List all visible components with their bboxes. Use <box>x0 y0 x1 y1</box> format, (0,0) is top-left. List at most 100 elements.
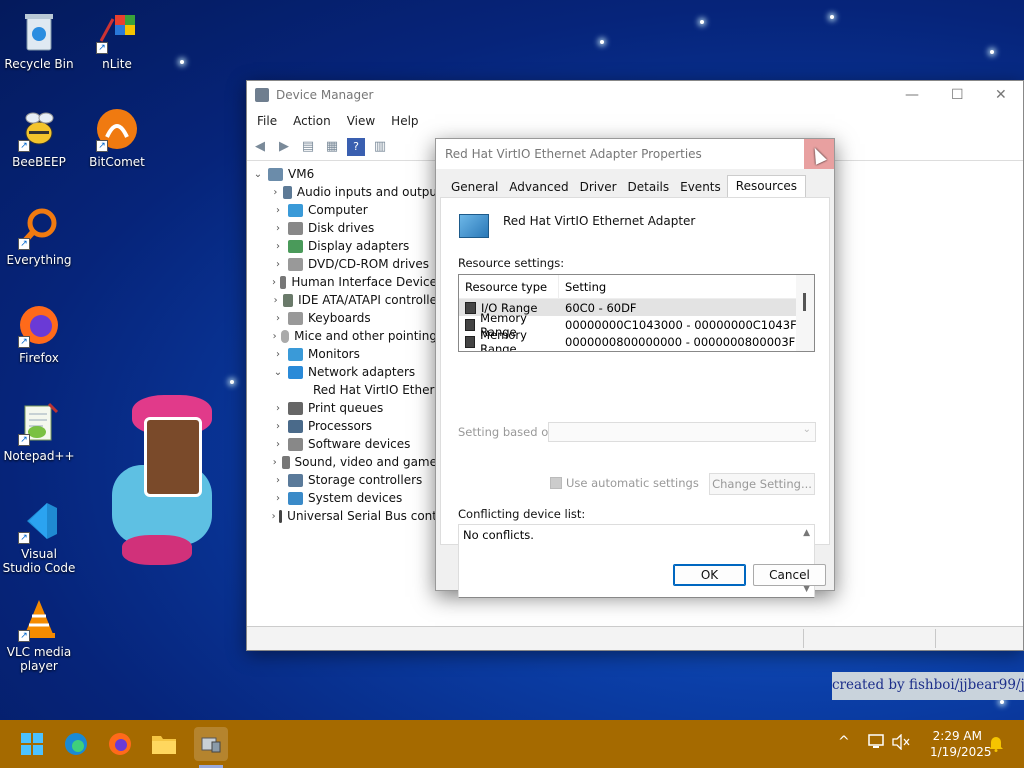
tree-item[interactable]: › Software devices <box>247 435 437 453</box>
notification-bell-icon[interactable] <box>988 734 1004 755</box>
column-setting[interactable]: Setting <box>559 280 606 294</box>
edge-icon <box>65 733 87 755</box>
notepadpp-icon: ↗ <box>16 400 62 446</box>
device-name: Red Hat VirtIO Ethernet Adapter <box>503 214 696 228</box>
desktop-icon-beebeep[interactable]: ↗ BeeBEEP <box>1 106 77 169</box>
desktop-icon-vlc[interactable]: ↗ VLC media player <box>1 596 77 673</box>
resource-row[interactable]: Memory Range 0000000800000000 - 00000008… <box>459 328 814 351</box>
back-arrow-icon[interactable]: ◀ <box>251 138 269 156</box>
tree-item-label: Sound, video and game <box>294 455 437 469</box>
tree-item[interactable]: › Computer <box>247 201 437 219</box>
tree-item[interactable]: › IDE ATA/ATAPI controlle <box>247 291 437 309</box>
tree-item[interactable]: › Disk drives <box>247 219 437 237</box>
chevron-up-icon[interactable]: ^ <box>838 734 850 750</box>
chevron-right-icon[interactable]: › <box>271 223 285 234</box>
tree-item[interactable]: › Processors <box>247 417 437 435</box>
scroll-up-icon[interactable]: ▲ <box>803 528 810 538</box>
desktop-icon-bitcomet[interactable]: ↗ BitComet <box>79 106 155 169</box>
tree-item[interactable]: › Monitors <box>247 345 437 363</box>
desktop-icon-everything[interactable]: ↗ Everything <box>1 204 77 267</box>
desktop-icon-firefox[interactable]: ↗ Firefox <box>1 302 77 365</box>
taskbar-device-manager[interactable] <box>194 727 228 761</box>
minimize-button[interactable]: — <box>905 87 919 103</box>
ok-button[interactable]: OK <box>673 564 746 586</box>
menu-action[interactable]: Action <box>293 114 331 128</box>
tab-driver[interactable]: Driver <box>575 177 622 197</box>
menu-help[interactable]: Help <box>391 114 418 128</box>
chevron-right-icon[interactable]: › <box>271 475 285 486</box>
tree-root[interactable]: ⌄ VM6 <box>247 165 437 183</box>
chevron-right-icon[interactable]: › <box>271 331 278 342</box>
conflicting-device-list[interactable]: No conflicts. ▲ ▼ <box>458 524 815 598</box>
chevron-right-icon[interactable]: › <box>271 439 285 450</box>
tab-advanced[interactable]: Advanced <box>504 177 573 197</box>
chevron-right-icon[interactable]: › <box>271 403 285 414</box>
show-hide-tree-icon[interactable]: ▤ <box>299 138 317 156</box>
tab-details[interactable]: Details <box>623 177 675 197</box>
desktop-icon-nlite[interactable]: ↗ nLite <box>79 8 155 71</box>
tree-item[interactable]: › Sound, video and game <box>247 453 437 471</box>
tree-item[interactable]: › Universal Serial Bus cont <box>247 507 437 525</box>
menu-file[interactable]: File <box>257 114 277 128</box>
chevron-right-icon[interactable]: › <box>271 421 285 432</box>
chevron-right-icon[interactable]: › <box>271 349 285 360</box>
help-icon[interactable]: ? <box>347 137 365 156</box>
tree-item[interactable]: › Print queues <box>247 399 437 417</box>
menu-view[interactable]: View <box>347 114 375 128</box>
tree-item[interactable]: › Storage controllers <box>247 471 437 489</box>
list-header: Resource type Setting <box>459 275 814 299</box>
setting-based-on-select[interactable]: ⌄ <box>548 422 816 442</box>
chevron-right-icon[interactable]: › <box>271 241 285 252</box>
column-resource-type[interactable]: Resource type <box>459 275 559 298</box>
tree-item[interactable]: › Audio inputs and outpu <box>247 183 437 201</box>
network-icon[interactable] <box>868 734 886 753</box>
chevron-right-icon[interactable]: › <box>271 277 277 288</box>
tree-item[interactable]: › Human Interface Device <box>247 273 437 291</box>
chevron-right-icon[interactable]: › <box>271 313 285 324</box>
chevron-right-icon[interactable]: › <box>271 187 280 198</box>
chevron-right-icon[interactable]: › <box>271 295 280 306</box>
chevron-right-icon[interactable]: › <box>271 457 279 468</box>
tree-item[interactable]: ⌄ Network adapters <box>247 363 437 381</box>
list-scrollbar[interactable] <box>796 275 814 351</box>
action-pane-icon[interactable]: ▥ <box>371 138 389 156</box>
taskbar-firefox[interactable] <box>106 730 134 758</box>
chevron-right-icon[interactable]: › <box>271 259 285 270</box>
use-automatic-settings-checkbox[interactable] <box>550 477 562 489</box>
start-button[interactable] <box>18 730 46 758</box>
volume-muted-icon[interactable] <box>892 733 910 753</box>
taskbar-file-explorer[interactable] <box>150 730 178 758</box>
resource-setting: 60C0 - 60DF <box>565 300 637 315</box>
change-setting-button[interactable]: Change Setting... <box>709 473 815 495</box>
network-adapter-icon <box>288 365 303 379</box>
chevron-right-icon[interactable]: › <box>271 511 276 522</box>
desktop-icon-label: BitComet <box>89 155 145 169</box>
dialog-titlebar[interactable]: Red Hat VirtIO Ethernet Adapter Properti… <box>436 139 834 169</box>
tree-item[interactable]: › Display adapters <box>247 237 437 255</box>
chevron-right-icon[interactable]: › <box>271 205 285 216</box>
tree-item[interactable]: › DVD/CD-ROM drives <box>247 255 437 273</box>
desktop-icon-notepadpp[interactable]: ↗ Notepad++ <box>1 400 77 463</box>
tree-item[interactable]: › Keyboards <box>247 309 437 327</box>
tab-events[interactable]: Events <box>675 177 726 197</box>
usb-icon <box>279 509 283 523</box>
chevron-down-icon[interactable]: ⌄ <box>251 169 265 180</box>
chevron-down-icon[interactable]: ⌄ <box>271 367 285 378</box>
forward-arrow-icon[interactable]: ▶ <box>275 138 293 156</box>
tab-resources[interactable]: Resources <box>726 175 807 197</box>
tree-item-selected-device[interactable]: Red Hat VirtIO Etherne <box>247 381 437 399</box>
tree-item[interactable]: › System devices <box>247 489 437 507</box>
properties-icon[interactable]: ▦ <box>323 138 341 156</box>
maximize-button[interactable]: ☐ <box>951 87 964 103</box>
clock[interactable]: 2:29 AM 1/19/2025 <box>930 728 992 760</box>
tree-item[interactable]: › Mice and other pointing <box>247 327 437 345</box>
taskbar-edge[interactable] <box>62 730 90 758</box>
close-button[interactable]: ✕ <box>995 87 1007 103</box>
desktop-icon-vscode[interactable]: ↗ Visual Studio Code <box>1 498 77 575</box>
conflicts-text: No conflicts. <box>463 528 534 542</box>
cancel-button[interactable]: Cancel <box>753 564 826 586</box>
resource-settings-list[interactable]: Resource type Setting I/O Range 60C0 - 6… <box>458 274 815 352</box>
tab-general[interactable]: General <box>446 177 503 197</box>
desktop-icon-recycle-bin[interactable]: Recycle Bin <box>1 8 77 71</box>
chevron-right-icon[interactable]: › <box>271 493 285 504</box>
